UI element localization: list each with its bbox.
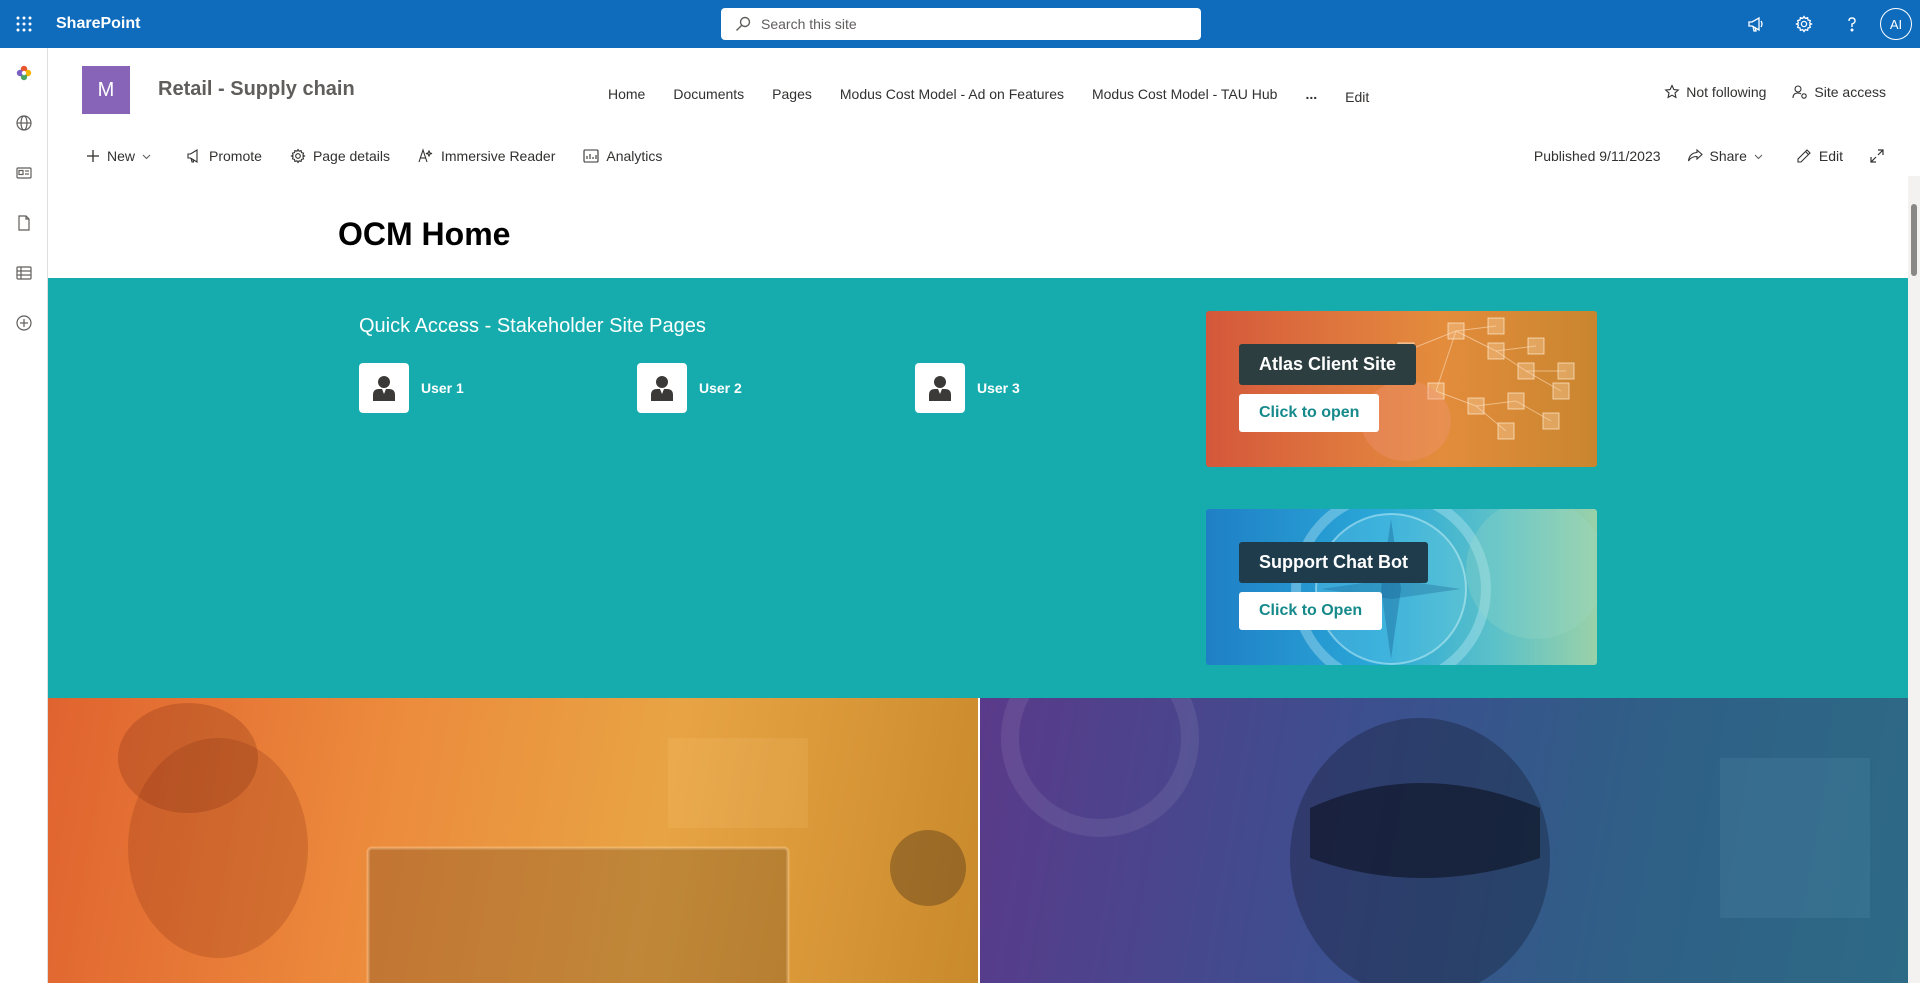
hero-image-analytics[interactable] [48,698,978,983]
follow-label: Not following [1686,84,1767,100]
gear-icon[interactable] [1780,0,1828,48]
suite-bar: SharePoint AI [0,0,1920,48]
expand-fullscreen-icon[interactable] [1869,148,1892,164]
megaphone-icon [186,148,209,164]
immersive-reader-icon [418,148,441,164]
share-button[interactable]: Share [1687,148,1770,164]
quick-access-title: Quick Access - Stakeholder Site Pages [359,315,706,337]
scrollbar-thumb[interactable] [1911,204,1917,276]
person-card-user-3[interactable]: User 3 [915,363,1193,413]
network-diagram-background [1361,317,1575,461]
site-title[interactable]: Retail - Supply chain [158,78,355,101]
person-with-headset-image [1001,698,1870,983]
search-input[interactable] [761,16,1181,32]
people-settings-icon [1792,84,1814,100]
analytics-label: Analytics [606,148,663,164]
person-card-user-1[interactable]: User 1 [359,363,637,413]
plus-icon [86,149,107,163]
hero-image-mixed-reality[interactable] [980,698,1908,983]
analytics-button[interactable]: Analytics [583,148,662,164]
atlas-client-site-tile[interactable]: Atlas Client Site Click to open [1206,311,1597,467]
command-bar: New Promote Page details Immersive Reade… [48,136,1920,176]
nav-item-documents[interactable]: Documents [659,86,758,102]
share-icon [1687,148,1710,164]
app-launcher-icon[interactable] [0,0,48,48]
page-details-button[interactable]: Page details [290,148,390,164]
sharepoint-brand-link[interactable]: SharePoint [56,15,140,33]
site-access-label: Site access [1814,84,1886,100]
lists-icon[interactable] [0,248,48,298]
edit-label: Edit [1818,148,1843,164]
sharepoint-start-icon[interactable] [0,48,48,98]
person-card-user-2[interactable]: User 2 [637,363,915,413]
suite-bar-actions: AI [1732,0,1920,48]
page-scrollbar[interactable] [1908,176,1920,983]
command-bar-left: New Promote Page details Immersive Reade… [86,136,690,176]
star-icon [1664,84,1686,100]
quick-access-section: Quick Access - Stakeholder Site Pages Us… [48,278,1908,698]
help-icon[interactable] [1828,0,1876,48]
chat-bot-tile-title: Support Chat Bot [1239,542,1428,583]
nav-more-button[interactable]: ... [1291,86,1331,102]
chevron-down-icon [142,152,158,161]
pencil-icon [1796,148,1819,164]
globe-icon[interactable] [0,98,48,148]
person-icon [359,363,409,413]
page-title: OCM Home [338,216,511,252]
new-button[interactable]: New [86,148,158,164]
published-status: Published 9/11/2023 [1533,148,1661,164]
nav-item-modus-ad-on-features[interactable]: Modus Cost Model - Ad on Features [826,86,1078,102]
search-box[interactable] [721,8,1201,40]
person-icon [915,363,965,413]
person-icon [637,363,687,413]
site-header-actions: Not following Site access [1638,84,1886,100]
site-navigation: Home Documents Pages Modus Cost Model - … [594,86,1383,105]
app-bar [0,48,48,983]
person-name: User 2 [699,380,742,396]
site-header: M Retail - Supply chain Home Documents P… [48,48,1920,136]
nav-item-pages[interactable]: Pages [758,86,826,102]
files-icon[interactable] [0,198,48,248]
immersive-reader-label: Immersive Reader [441,148,556,164]
promote-label: Promote [209,148,262,164]
megaphone-icon[interactable] [1732,0,1780,48]
edit-page-button[interactable]: Edit [1796,148,1843,164]
chat-bot-open-button[interactable]: Click to Open [1239,592,1383,630]
atlas-tile-title: Atlas Client Site [1239,344,1417,385]
page-details-label: Page details [312,148,390,164]
gear-icon [290,148,313,164]
person-name: User 3 [977,380,1020,396]
share-label: Share [1709,148,1747,164]
create-add-icon[interactable] [0,298,48,348]
atlas-open-button[interactable]: Click to open [1239,394,1380,432]
promote-button[interactable]: Promote [186,148,262,164]
site-logo[interactable]: M [82,66,130,114]
person-at-computer-image [118,703,966,983]
news-icon[interactable] [0,148,48,198]
person-name: User 1 [421,380,464,396]
site-access-button[interactable]: Site access [1792,84,1886,100]
follow-button[interactable]: Not following [1664,84,1766,100]
people-list: User 1 User 2 User 3 [359,363,1193,413]
immersive-reader-button[interactable]: Immersive Reader [418,148,555,164]
account-avatar[interactable]: AI [1880,8,1912,40]
nav-item-modus-tau-hub[interactable]: Modus Cost Model - TAU Hub [1078,86,1291,102]
command-bar-right: Published 9/11/2023 Share Edit [1534,136,1892,176]
analytics-icon [583,148,606,164]
support-chat-bot-tile[interactable]: Support Chat Bot Click to Open [1206,509,1597,665]
nav-edit-link[interactable]: Edit [1331,89,1383,105]
compass-background [1291,509,1597,665]
nav-item-home[interactable]: Home [594,86,659,102]
chevron-down-icon [1754,152,1770,161]
new-label: New [107,148,136,164]
search-icon [735,16,751,32]
